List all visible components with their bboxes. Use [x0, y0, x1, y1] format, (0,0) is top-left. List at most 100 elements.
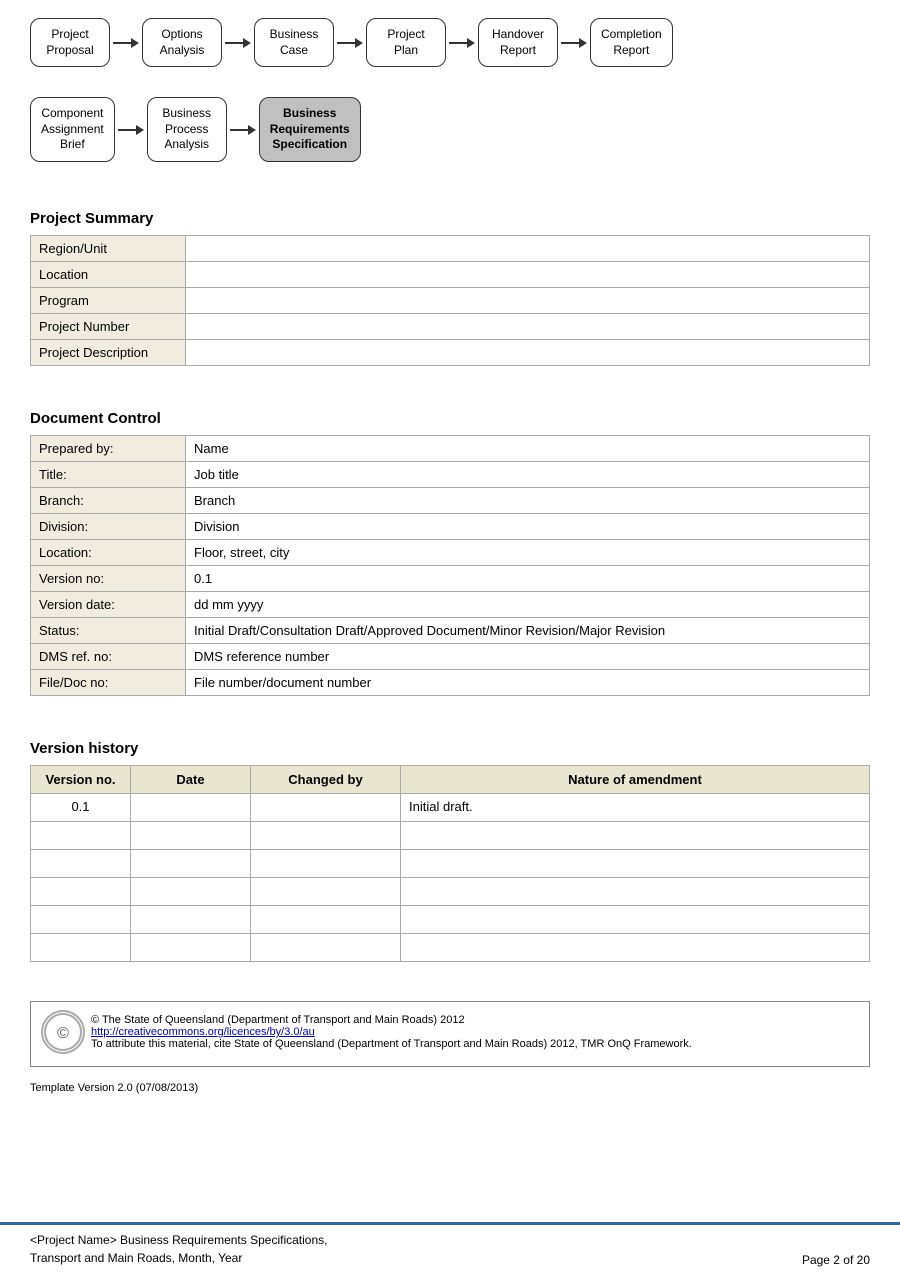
- document-control-table: Prepared by: Name Title: Job title Branc…: [30, 435, 870, 696]
- row-value: [186, 287, 870, 313]
- col-header-date: Date: [131, 765, 251, 793]
- nature-cell: Initial draft.: [401, 793, 870, 821]
- document-control-title: Document Control: [30, 410, 870, 427]
- document-control-section: Document Control Prepared by: Name Title…: [0, 390, 900, 706]
- changed-by-cell: [251, 877, 401, 905]
- row-value: DMS reference number: [186, 643, 870, 669]
- table-row: [31, 933, 870, 961]
- nature-cell: [401, 849, 870, 877]
- table-row: Location: [31, 261, 870, 287]
- row-label: DMS ref. no:: [31, 643, 186, 669]
- row-value: Name: [186, 435, 870, 461]
- flow-node-business-requirements-spec: BusinessRequirementsSpecification: [259, 97, 361, 162]
- table-row: [31, 821, 870, 849]
- copyright-box: © © The State of Queensland (Department …: [30, 1001, 870, 1067]
- date-cell: [131, 849, 251, 877]
- table-row: File/Doc no: File number/document number: [31, 669, 870, 695]
- cc-link[interactable]: http://creativecommons.org/licences/by/3…: [91, 1026, 692, 1038]
- version-cell: [31, 821, 131, 849]
- flow-arrow-1: [113, 38, 139, 48]
- table-row: Status: Initial Draft/Consultation Draft…: [31, 617, 870, 643]
- table-row: Branch: Branch: [31, 487, 870, 513]
- row-value: Initial Draft/Consultation Draft/Approve…: [186, 617, 870, 643]
- row-label: Version no:: [31, 565, 186, 591]
- version-history-title: Version history: [30, 740, 870, 757]
- attribution-text: To attribute this material, cite State o…: [91, 1038, 692, 1050]
- col-header-changed-by: Changed by: [251, 765, 401, 793]
- changed-by-cell: [251, 933, 401, 961]
- version-cell: [31, 933, 131, 961]
- flow-arrow-7: [230, 125, 256, 135]
- footer-page-number: Page 2 of 20: [802, 1253, 870, 1267]
- nature-cell: [401, 821, 870, 849]
- cc-text: © The State of Queensland (Department of…: [91, 1014, 692, 1050]
- footer-document-info: <Project Name> Business Requirements Spe…: [30, 1231, 802, 1267]
- table-row: [31, 849, 870, 877]
- table-row: [31, 877, 870, 905]
- date-cell: [131, 821, 251, 849]
- row-value: 0.1: [186, 565, 870, 591]
- nature-cell: [401, 877, 870, 905]
- table-row: Division: Division: [31, 513, 870, 539]
- copyright-text: © The State of Queensland (Department of…: [91, 1014, 692, 1026]
- project-summary-title: Project Summary: [30, 210, 870, 227]
- flow-arrow-3: [337, 38, 363, 48]
- row-label: Title:: [31, 461, 186, 487]
- row-label: Project Description: [31, 339, 186, 365]
- table-row: DMS ref. no: DMS reference number: [31, 643, 870, 669]
- flow-node-project-proposal: ProjectProposal: [30, 18, 110, 67]
- footer-line1: <Project Name> Business Requirements Spe…: [30, 1231, 802, 1249]
- row-label: Project Number: [31, 313, 186, 339]
- row-label: Division:: [31, 513, 186, 539]
- flow-node-options-analysis: OptionsAnalysis: [142, 18, 222, 67]
- version-cell: [31, 877, 131, 905]
- flow-arrow-2: [225, 38, 251, 48]
- svg-text:©: ©: [57, 1025, 69, 1042]
- flow-node-completion-report: CompletionReport: [590, 18, 673, 67]
- col-header-nature: Nature of amendment: [401, 765, 870, 793]
- cc-row: © © The State of Queensland (Department …: [41, 1010, 859, 1054]
- row-value: [186, 261, 870, 287]
- flow-arrow-5: [561, 38, 587, 48]
- flow-arrow-4: [449, 38, 475, 48]
- row-value: [186, 235, 870, 261]
- flow-node-project-plan: ProjectPlan: [366, 18, 446, 67]
- table-row: Title: Job title: [31, 461, 870, 487]
- page-footer: <Project Name> Business Requirements Spe…: [0, 1222, 900, 1273]
- version-cell: [31, 905, 131, 933]
- table-header-row: Version no. Date Changed by Nature of am…: [31, 765, 870, 793]
- row-value: [186, 339, 870, 365]
- version-cell: [31, 849, 131, 877]
- table-row: Project Number: [31, 313, 870, 339]
- row-label: Region/Unit: [31, 235, 186, 261]
- nature-cell: [401, 905, 870, 933]
- template-version: Template Version 2.0 (07/08/2013): [30, 1082, 870, 1094]
- changed-by-cell: [251, 905, 401, 933]
- version-history-section: Version history Version no. Date Changed…: [0, 720, 900, 972]
- row-value: Branch: [186, 487, 870, 513]
- table-row: Prepared by: Name: [31, 435, 870, 461]
- date-cell: [131, 877, 251, 905]
- flow-node-handover-report: HandoverReport: [478, 18, 558, 67]
- version-history-table: Version no. Date Changed by Nature of am…: [30, 765, 870, 962]
- date-cell: [131, 905, 251, 933]
- row-value: Division: [186, 513, 870, 539]
- flow-diagram-1: ProjectProposal OptionsAnalysis Business…: [0, 0, 900, 77]
- row-value: Job title: [186, 461, 870, 487]
- row-label: Status:: [31, 617, 186, 643]
- project-summary-table: Region/Unit Location Program Project Num…: [30, 235, 870, 366]
- date-cell: [131, 793, 251, 821]
- row-label: File/Doc no:: [31, 669, 186, 695]
- table-row: [31, 905, 870, 933]
- project-summary-section: Project Summary Region/Unit Location Pro…: [0, 190, 900, 376]
- cc-logo-icon: ©: [41, 1010, 85, 1054]
- row-label: Location: [31, 261, 186, 287]
- row-value: [186, 313, 870, 339]
- row-label: Version date:: [31, 591, 186, 617]
- table-row: Project Description: [31, 339, 870, 365]
- changed-by-cell: [251, 849, 401, 877]
- table-row: Program: [31, 287, 870, 313]
- flow-node-business-case: BusinessCase: [254, 18, 334, 67]
- row-label: Program: [31, 287, 186, 313]
- version-cell: 0.1: [31, 793, 131, 821]
